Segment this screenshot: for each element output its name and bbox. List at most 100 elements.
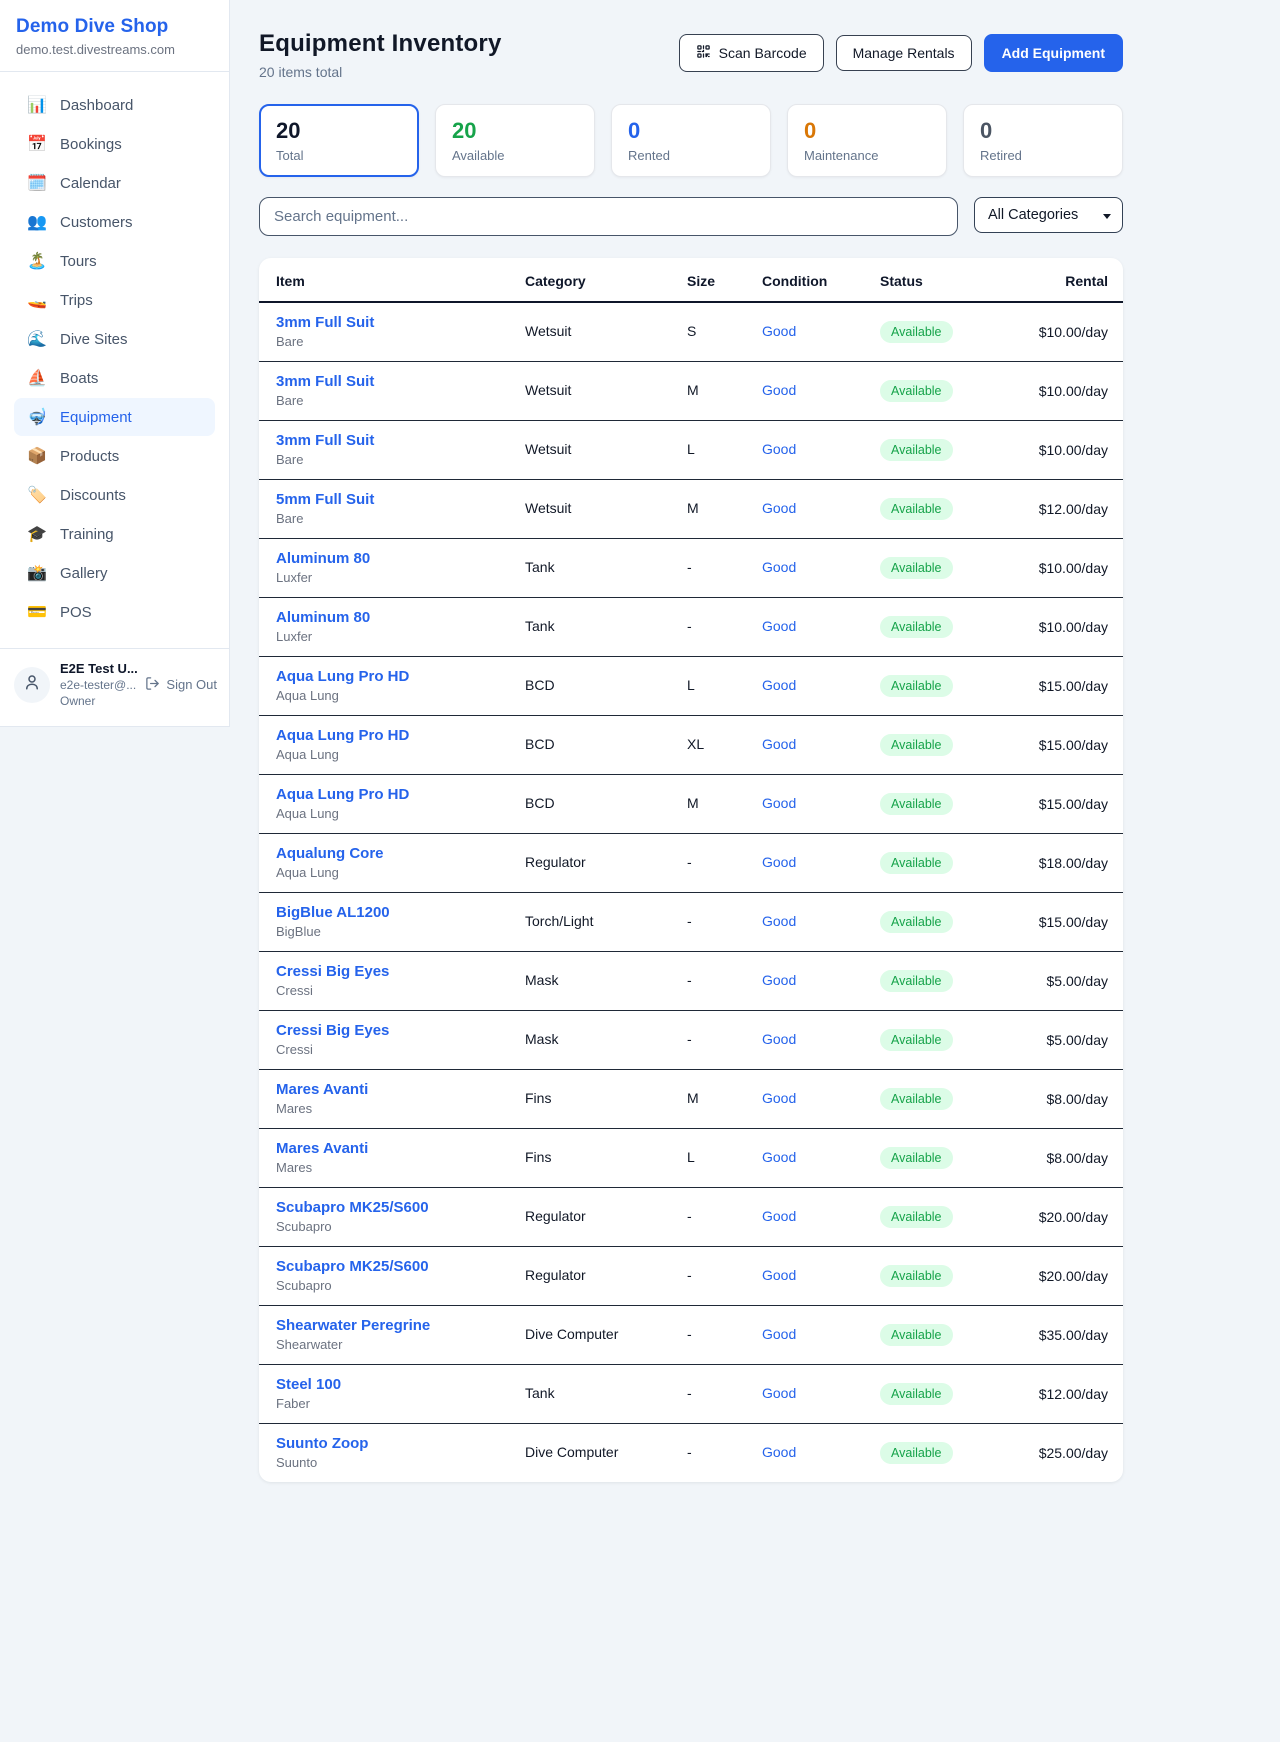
stat-card-maintenance[interactable]: 0 Maintenance	[787, 104, 947, 177]
item-rental-rate: $10.00/day	[1039, 619, 1108, 635]
item-condition-link[interactable]: Good	[762, 1385, 796, 1401]
item-size: M	[687, 382, 699, 398]
sidebar-item-bookings[interactable]: 📅 Bookings	[14, 125, 215, 163]
item-condition-link[interactable]: Good	[762, 1267, 796, 1283]
status-badge: Available	[880, 1383, 953, 1405]
brand-link[interactable]: Demo Dive Shop	[16, 16, 213, 38]
item-size: L	[687, 677, 695, 693]
sidebar-item-calendar[interactable]: 🗓️ Calendar	[14, 164, 215, 202]
sidebar-item-boats[interactable]: ⛵ Boats	[14, 359, 215, 397]
item-name-link[interactable]: Aqua Lung Pro HD	[276, 727, 493, 744]
item-size: S	[687, 323, 696, 339]
item-rental-rate: $35.00/day	[1039, 1327, 1108, 1343]
manage-rentals-button[interactable]: Manage Rentals	[836, 35, 972, 71]
stat-card-rented[interactable]: 0 Rented	[611, 104, 771, 177]
item-name-link[interactable]: Cressi Big Eyes	[276, 1022, 493, 1039]
logout-icon	[145, 676, 160, 694]
item-brand: Bare	[276, 452, 493, 467]
item-name-link[interactable]: Cressi Big Eyes	[276, 963, 493, 980]
item-name-link[interactable]: Aluminum 80	[276, 609, 493, 626]
item-name-link[interactable]: Suunto Zoop	[276, 1435, 493, 1452]
sidebar-item-training[interactable]: 🎓 Training	[14, 515, 215, 553]
item-condition-link[interactable]: Good	[762, 1326, 796, 1342]
item-condition-link[interactable]: Good	[762, 795, 796, 811]
scan-barcode-button[interactable]: Scan Barcode	[679, 34, 824, 72]
avatar	[14, 667, 50, 703]
item-condition-link[interactable]: Good	[762, 500, 796, 516]
nav-item-label: Bookings	[60, 136, 122, 153]
nav-item-label: Trips	[60, 292, 93, 309]
table-row: Mares Avanti Mares Fins M Good Available…	[259, 1070, 1123, 1129]
item-name-link[interactable]: Aqua Lung Pro HD	[276, 786, 493, 803]
title-block: Equipment Inventory 20 items total	[259, 30, 502, 80]
nav-item-label: Equipment	[60, 409, 132, 426]
equipment-table: ItemCategorySizeConditionStatusRental 3m…	[259, 258, 1123, 1482]
sidebar-item-gallery[interactable]: 📸 Gallery	[14, 554, 215, 592]
sidebar-item-products[interactable]: 📦 Products	[14, 437, 215, 475]
item-name-link[interactable]: BigBlue AL1200	[276, 904, 493, 921]
item-condition-link[interactable]: Good	[762, 323, 796, 339]
item-condition-link[interactable]: Good	[762, 1444, 796, 1460]
item-condition-link[interactable]: Good	[762, 1090, 796, 1106]
item-brand: Bare	[276, 511, 493, 526]
sign-out-button[interactable]: Sign Out	[145, 676, 217, 694]
item-name-link[interactable]: Mares Avanti	[276, 1081, 493, 1098]
item-name-link[interactable]: Mares Avanti	[276, 1140, 493, 1157]
item-rental-rate: $10.00/day	[1039, 383, 1108, 399]
item-name-link[interactable]: 3mm Full Suit	[276, 373, 493, 390]
stat-card-retired[interactable]: 0 Retired	[963, 104, 1123, 177]
sidebar-item-dive-sites[interactable]: 🌊 Dive Sites	[14, 320, 215, 358]
nav-item-icon: 🤿	[27, 407, 47, 427]
item-condition-link[interactable]: Good	[762, 382, 796, 398]
item-condition-link[interactable]: Good	[762, 618, 796, 634]
item-category: Wetsuit	[525, 382, 571, 398]
stat-card-total[interactable]: 20 Total	[259, 104, 419, 177]
sidebar-item-discounts[interactable]: 🏷️ Discounts	[14, 476, 215, 514]
sidebar-item-customers[interactable]: 👥 Customers	[14, 203, 215, 241]
item-condition-link[interactable]: Good	[762, 972, 796, 988]
item-name-link[interactable]: 3mm Full Suit	[276, 432, 493, 449]
item-rental-rate: $15.00/day	[1039, 796, 1108, 812]
item-condition-link[interactable]: Good	[762, 1149, 796, 1165]
item-name-link[interactable]: Aqualung Core	[276, 845, 493, 862]
status-badge: Available	[880, 380, 953, 402]
item-name-link[interactable]: Steel 100	[276, 1376, 493, 1393]
item-condition-link[interactable]: Good	[762, 1031, 796, 1047]
item-name-link[interactable]: Scubapro MK25/S600	[276, 1258, 493, 1275]
nav-item-icon: 🚤	[27, 290, 47, 310]
status-badge: Available	[880, 1206, 953, 1228]
sidebar-item-equipment[interactable]: 🤿 Equipment	[14, 398, 215, 436]
nav-item-label: Training	[60, 526, 114, 543]
sidebar-item-pos[interactable]: 💳 POS	[14, 593, 215, 631]
item-category: Torch/Light	[525, 913, 593, 929]
category-select[interactable]: All Categories	[974, 197, 1123, 233]
table-row: BigBlue AL1200 BigBlue Torch/Light - Goo…	[259, 893, 1123, 952]
item-brand: Scubapro	[276, 1278, 493, 1293]
item-condition-link[interactable]: Good	[762, 559, 796, 575]
item-name-link[interactable]: 3mm Full Suit	[276, 314, 493, 331]
item-condition-link[interactable]: Good	[762, 913, 796, 929]
item-condition-link[interactable]: Good	[762, 854, 796, 870]
column-header-rental: Rental	[1009, 258, 1123, 302]
person-icon	[23, 673, 41, 696]
item-brand: Shearwater	[276, 1337, 493, 1352]
stat-label: Total	[276, 148, 402, 163]
column-header-condition: Condition	[745, 258, 863, 302]
sidebar-item-trips[interactable]: 🚤 Trips	[14, 281, 215, 319]
item-name-link[interactable]: 5mm Full Suit	[276, 491, 493, 508]
item-size: L	[687, 441, 695, 457]
search-input[interactable]	[259, 197, 958, 236]
item-condition-link[interactable]: Good	[762, 1208, 796, 1224]
sidebar-item-tours[interactable]: 🏝️ Tours	[14, 242, 215, 280]
item-name-link[interactable]: Scubapro MK25/S600	[276, 1199, 493, 1216]
stat-card-available[interactable]: 20 Available	[435, 104, 595, 177]
item-name-link[interactable]: Aluminum 80	[276, 550, 493, 567]
item-rental-rate: $15.00/day	[1039, 737, 1108, 753]
add-equipment-button[interactable]: Add Equipment	[984, 34, 1123, 72]
sidebar-item-dashboard[interactable]: 📊 Dashboard	[14, 86, 215, 124]
item-condition-link[interactable]: Good	[762, 677, 796, 693]
item-name-link[interactable]: Aqua Lung Pro HD	[276, 668, 493, 685]
item-condition-link[interactable]: Good	[762, 736, 796, 752]
item-condition-link[interactable]: Good	[762, 441, 796, 457]
item-name-link[interactable]: Shearwater Peregrine	[276, 1317, 493, 1334]
